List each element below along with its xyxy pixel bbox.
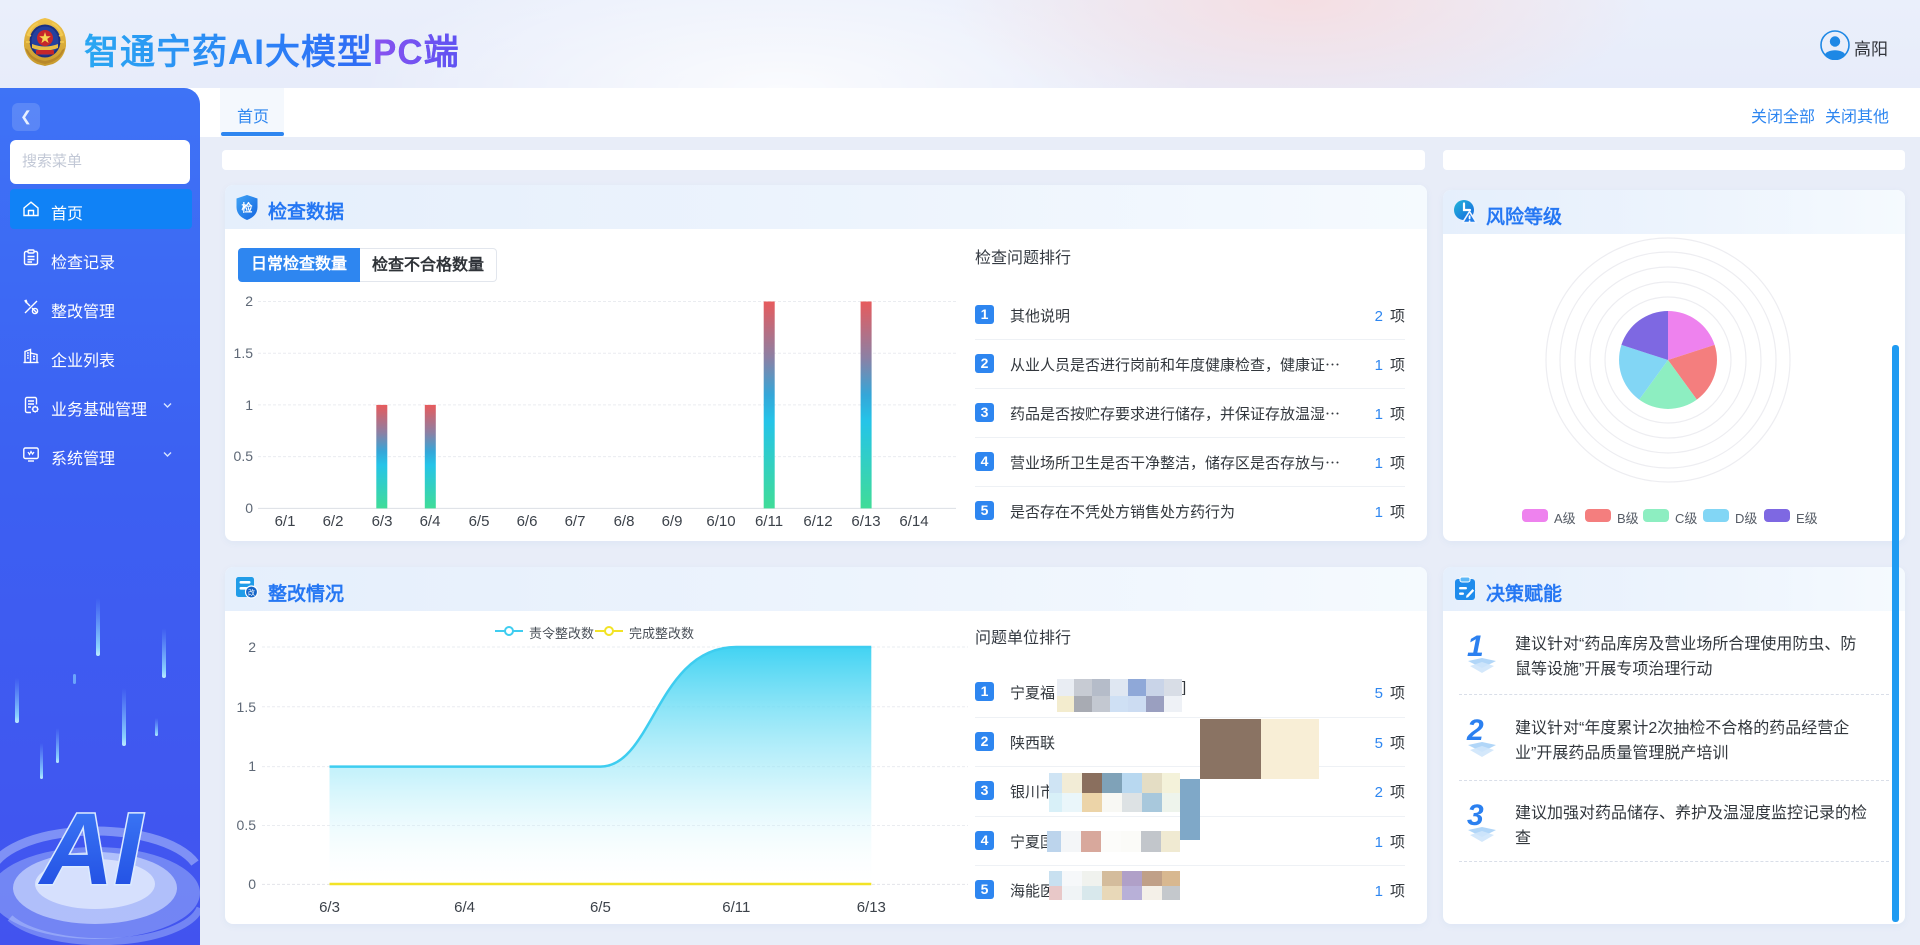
svg-text:1.5: 1.5 xyxy=(237,699,257,715)
svg-text:0: 0 xyxy=(245,500,253,516)
svg-text:6/8: 6/8 xyxy=(614,513,635,530)
svg-text:6/11: 6/11 xyxy=(722,899,750,916)
svg-text:6/11: 6/11 xyxy=(755,513,783,530)
svg-text:6/10: 6/10 xyxy=(706,513,735,530)
svg-text:2: 2 xyxy=(248,640,256,655)
svg-text:1.5: 1.5 xyxy=(234,345,254,361)
svg-text:6/4: 6/4 xyxy=(454,899,475,916)
svg-text:改: 改 xyxy=(248,588,255,597)
svg-text:6/5: 6/5 xyxy=(469,513,490,530)
svg-text:6/13: 6/13 xyxy=(851,513,880,530)
svg-text:1: 1 xyxy=(248,758,256,774)
svg-text:6/4: 6/4 xyxy=(420,513,441,530)
svg-text:6/7: 6/7 xyxy=(565,513,586,530)
svg-text:6/2: 6/2 xyxy=(323,513,344,530)
svg-text:0.5: 0.5 xyxy=(234,448,254,464)
svg-text:2: 2 xyxy=(245,293,253,309)
svg-text:0.5: 0.5 xyxy=(237,817,257,833)
svg-text:6/1: 6/1 xyxy=(275,513,296,530)
svg-text:6/6: 6/6 xyxy=(517,513,538,530)
svg-text:6/9: 6/9 xyxy=(662,513,683,530)
svg-text:6/13: 6/13 xyxy=(857,899,886,916)
svg-text:6/5: 6/5 xyxy=(590,899,611,916)
svg-text:1: 1 xyxy=(245,397,253,413)
svg-text:检: 检 xyxy=(242,201,253,215)
svg-text:0: 0 xyxy=(248,876,256,892)
svg-text:AI: AI xyxy=(37,792,145,906)
svg-text:6/14: 6/14 xyxy=(899,513,928,530)
svg-text:6/12: 6/12 xyxy=(803,513,832,530)
svg-text:6/3: 6/3 xyxy=(372,513,393,530)
svg-text:6/3: 6/3 xyxy=(319,899,340,916)
